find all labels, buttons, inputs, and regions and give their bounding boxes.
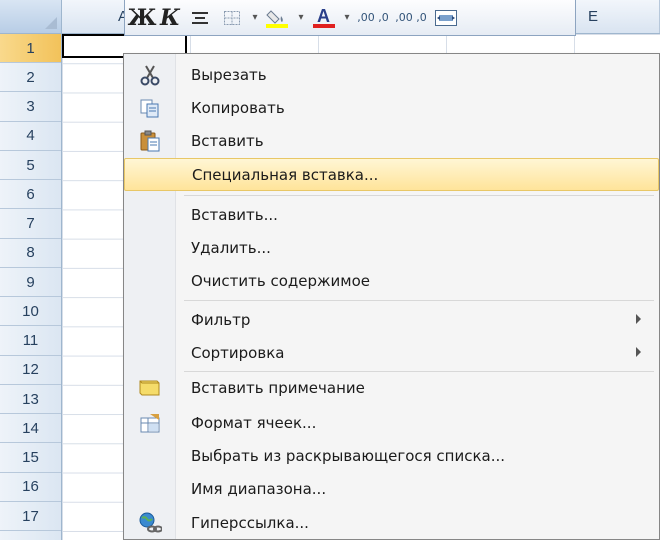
row-header-9[interactable]: 9 bbox=[0, 268, 61, 298]
row-header-3[interactable]: 3 bbox=[0, 92, 61, 122]
menu-item-insert-comment[interactable]: Вставить примечание bbox=[124, 371, 659, 404]
menu-separator bbox=[184, 300, 654, 301]
menu-item-label: Вставить... bbox=[191, 205, 278, 224]
select-all-corner[interactable] bbox=[0, 0, 62, 34]
menu-item-paste[interactable]: Вставить bbox=[124, 124, 659, 157]
row-header-7[interactable]: 7 bbox=[0, 209, 61, 239]
row-header-10[interactable]: 10 bbox=[0, 297, 61, 327]
row-header-1[interactable]: 1 bbox=[0, 34, 61, 64]
menu-item-name-range[interactable]: Имя диапазона... bbox=[124, 472, 659, 505]
row-header-8[interactable]: 8 bbox=[0, 239, 61, 268]
menu-item-filter[interactable]: Фильтр bbox=[124, 303, 659, 336]
merge-cells-icon bbox=[435, 9, 457, 26]
comment-icon bbox=[139, 380, 160, 395]
menu-item-label: Выбрать из раскрывающегося списка... bbox=[191, 446, 506, 465]
menu-item-format-cells[interactable]: Формат ячеек... bbox=[124, 406, 659, 439]
menu-item-label: Фильтр bbox=[191, 310, 251, 329]
context-menu: Вырезать Копировать Вставить Специальная… bbox=[123, 53, 660, 540]
italic-button[interactable]: К bbox=[157, 3, 183, 33]
menu-item-clear-contents[interactable]: Очистить содержимое bbox=[124, 264, 659, 297]
mini-toolbar: Ж К ▾ ▾ A ▾ ,00 ,0 ,00 ,0 bbox=[124, 0, 576, 36]
fill-color-button[interactable] bbox=[263, 3, 293, 33]
borders-dropdown[interactable]: ▾ bbox=[249, 3, 261, 33]
borders-icon bbox=[224, 10, 240, 25]
menu-item-insert[interactable]: Вставить... bbox=[124, 198, 659, 231]
menu-item-label: Вставить bbox=[191, 131, 264, 150]
row-header-16[interactable]: 16 bbox=[0, 473, 61, 502]
menu-item-copy[interactable]: Копировать bbox=[124, 91, 659, 124]
paste-icon bbox=[140, 130, 160, 151]
bold-button[interactable]: Ж bbox=[128, 3, 157, 33]
row-header-13[interactable]: 13 bbox=[0, 385, 61, 415]
menu-item-label: Формат ячеек... bbox=[191, 413, 317, 432]
row-header-6[interactable]: 6 bbox=[0, 180, 61, 210]
fill-color-dropdown[interactable]: ▾ bbox=[295, 3, 307, 33]
menu-item-paste-special[interactable]: Специальная вставка... bbox=[124, 158, 659, 191]
menu-item-label: Вырезать bbox=[191, 65, 267, 84]
scissors-icon bbox=[140, 64, 160, 85]
font-color-button[interactable]: A bbox=[309, 3, 339, 33]
menu-separator bbox=[184, 195, 654, 196]
menu-item-label: Вставить примечание bbox=[191, 378, 365, 397]
svg-text:A: A bbox=[317, 6, 330, 26]
hyperlink-icon bbox=[139, 512, 162, 532]
align-center-icon bbox=[192, 11, 208, 24]
column-header-e[interactable]: E bbox=[574, 0, 660, 33]
row-header-11[interactable]: 11 bbox=[0, 326, 61, 356]
menu-item-label: Гиперссылка... bbox=[191, 513, 309, 532]
merge-cells-button[interactable] bbox=[431, 3, 461, 33]
menu-item-pick-from-list[interactable]: Выбрать из раскрывающегося списка... bbox=[124, 439, 659, 472]
copy-icon bbox=[140, 99, 159, 117]
menu-item-label: Удалить... bbox=[191, 238, 271, 257]
menu-item-sort[interactable]: Сортировка bbox=[124, 336, 659, 369]
row-header-4[interactable]: 4 bbox=[0, 122, 61, 151]
decrease-decimal-button[interactable]: ,00 ,0 bbox=[393, 3, 429, 33]
row-header-5[interactable]: 5 bbox=[0, 151, 61, 181]
row-header-12[interactable]: 12 bbox=[0, 356, 61, 385]
menu-item-label: Очистить содержимое bbox=[191, 271, 371, 290]
submenu-arrow-icon bbox=[636, 347, 641, 357]
row-header-2[interactable]: 2 bbox=[0, 63, 61, 93]
font-color-dropdown[interactable]: ▾ bbox=[341, 3, 353, 33]
borders-button[interactable] bbox=[217, 3, 247, 33]
row-header-15[interactable]: 15 bbox=[0, 443, 61, 473]
menu-item-hyperlink[interactable]: Гиперссылка... bbox=[124, 506, 659, 539]
row-header-17[interactable]: 17 bbox=[0, 502, 61, 532]
font-color-icon: A bbox=[313, 6, 335, 28]
fill-color-icon bbox=[266, 9, 288, 28]
menu-item-cut[interactable]: Вырезать bbox=[124, 58, 659, 91]
menu-item-label: Сортировка bbox=[191, 343, 285, 362]
menu-item-label: Специальная вставка... bbox=[192, 165, 379, 184]
align-center-button[interactable] bbox=[185, 3, 215, 33]
increase-decimal-button[interactable]: ,00 ,0 bbox=[355, 3, 391, 33]
submenu-arrow-icon bbox=[636, 314, 641, 324]
format-cells-icon bbox=[140, 413, 160, 432]
row-header-bar: 1 2 3 4 5 6 7 8 9 10 11 12 13 14 15 16 17 bbox=[0, 34, 62, 540]
menu-item-label: Имя диапазона... bbox=[191, 479, 327, 498]
menu-item-label: Копировать bbox=[191, 98, 285, 117]
menu-item-delete[interactable]: Удалить... bbox=[124, 231, 659, 264]
row-header-14[interactable]: 14 bbox=[0, 414, 61, 444]
